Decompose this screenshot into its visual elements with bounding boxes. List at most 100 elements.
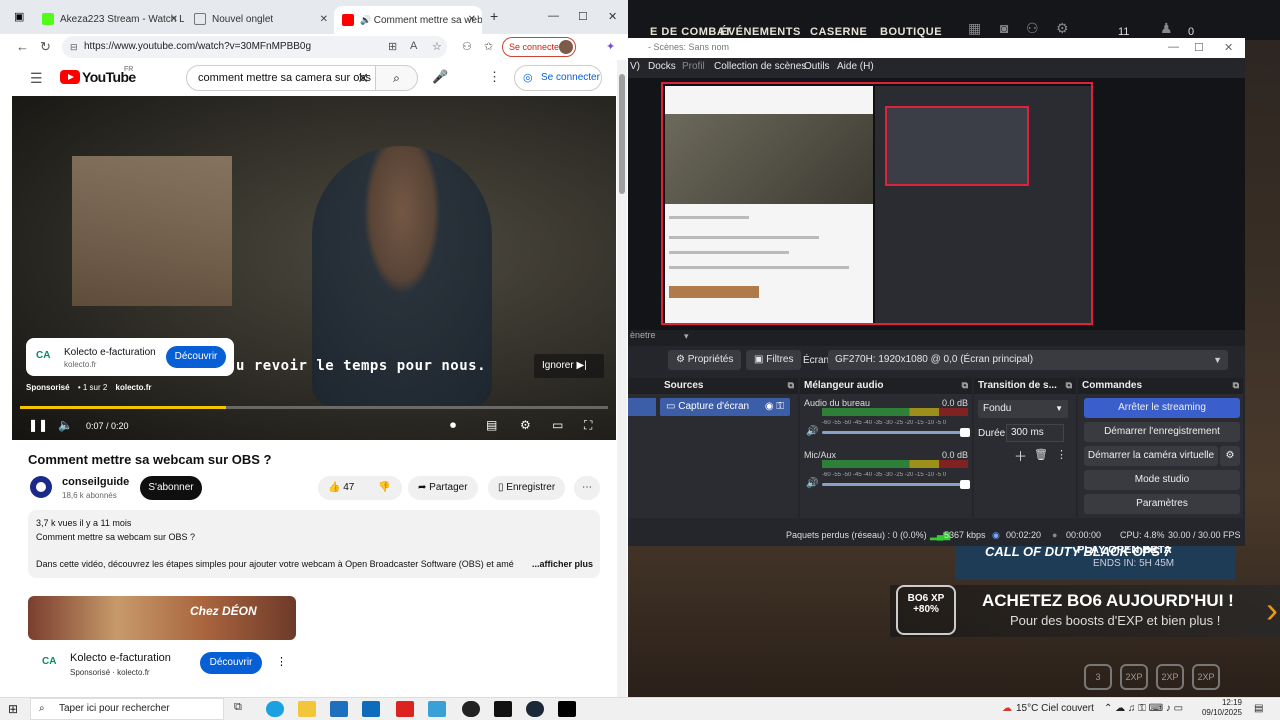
- eye-lock-icon[interactable]: ◉ ⚿: [765, 398, 784, 416]
- obs-menu-docks[interactable]: Docks: [648, 61, 676, 72]
- edge-icon[interactable]: [266, 701, 284, 717]
- video-player[interactable]: CA Kolecto e-facturation kolecto.fr Déco…: [12, 96, 616, 440]
- obs-preview[interactable]: [628, 78, 1245, 330]
- volume-slider[interactable]: [822, 428, 970, 437]
- undock-icon[interactable]: ⧉: [788, 380, 794, 391]
- pause-icon[interactable]: ❚❚: [28, 418, 48, 432]
- close-icon[interactable]: ✕: [170, 6, 178, 34]
- skip-ad-button[interactable]: Ignorer ▶|: [534, 354, 604, 378]
- progress-bar[interactable]: [20, 406, 608, 409]
- tab-stream[interactable]: Akeza223 Stream - Watch Live ✕: [34, 6, 184, 34]
- file-explorer-icon[interactable]: [298, 701, 316, 717]
- close-icon[interactable]: ✕: [320, 6, 328, 34]
- obs-menu-scene-collection[interactable]: Collection de scènes: [714, 61, 806, 72]
- app-icon[interactable]: ⊞: [388, 40, 397, 53]
- store-icon[interactable]: [330, 701, 348, 717]
- weather-icon[interactable]: ☁: [1002, 703, 1012, 714]
- app-blue-icon[interactable]: [428, 701, 446, 717]
- windows-start-icon[interactable]: ⊞: [8, 702, 18, 716]
- fullscreen-icon[interactable]: ⛶: [584, 418, 592, 433]
- autoplay-toggle[interactable]: ⏺: [450, 418, 456, 433]
- party-icon[interactable]: ♟: [1160, 20, 1173, 37]
- clock[interactable]: 12:19 09/10/2025: [1198, 698, 1242, 718]
- game-menu-shop[interactable]: BOUTIQUE: [880, 26, 942, 38]
- weather-text[interactable]: 15°C Ciel couvert: [1016, 703, 1094, 714]
- settings-button[interactable]: Paramètres: [1084, 494, 1240, 514]
- slider-handle[interactable]: [960, 428, 970, 437]
- tray-icons[interactable]: ⌃ ☁ ♫ ⚿ ⌨ ♪ ▭: [1104, 703, 1183, 714]
- profile-button[interactable]: Se connecter: [502, 37, 576, 57]
- kebab-menu-icon[interactable]: ⋮: [488, 69, 501, 85]
- collections-icon[interactable]: ✩: [484, 40, 493, 53]
- outlook-icon[interactable]: [362, 701, 380, 717]
- channel-avatar[interactable]: [30, 476, 52, 498]
- add-icon[interactable]: ＋: [1014, 446, 1027, 465]
- obs-icon[interactable]: [462, 701, 480, 717]
- like-icon[interactable]: 👍: [328, 482, 343, 493]
- game-menu-events[interactable]: ÉVÉNEMENTS: [720, 26, 801, 38]
- channel-name[interactable]: conseilguide: [62, 476, 129, 488]
- dislike-icon[interactable]: 👎: [378, 476, 390, 500]
- notification-icon[interactable]: ▤: [1254, 703, 1263, 714]
- page-scrollbar[interactable]: [617, 60, 627, 697]
- ad-discover-button[interactable]: Découvrir: [166, 346, 226, 368]
- minimize-icon[interactable]: —: [548, 10, 559, 22]
- favorite-icon[interactable]: ☆: [432, 40, 442, 53]
- source-item[interactable]: ▭ Capture d'écran ◉ ⚿: [660, 398, 790, 416]
- speaker-icon[interactable]: 🔊: [806, 426, 818, 437]
- save-button[interactable]: ▯ Enregistrer: [488, 476, 566, 500]
- more-actions-button[interactable]: ⋯: [574, 476, 600, 500]
- share-button[interactable]: ➦ Partager: [408, 476, 478, 500]
- camera-icon[interactable]: ◙: [1000, 20, 1008, 36]
- obs-menu-view[interactable]: V): [630, 61, 640, 72]
- subscribe-button[interactable]: S'abonner: [140, 476, 202, 500]
- properties-button[interactable]: ⚙ Propriétés: [668, 350, 742, 370]
- transition-select[interactable]: Fondu ▼: [978, 400, 1068, 418]
- studio-mode-button[interactable]: Mode studio: [1084, 470, 1240, 490]
- ad-discover-button[interactable]: Découvrir: [200, 652, 262, 674]
- subtitles-icon[interactable]: ▤: [486, 418, 497, 432]
- maximize-icon[interactable]: ☐: [578, 10, 588, 23]
- obs-menu-tools[interactable]: Outils: [804, 61, 830, 72]
- scrollbar-thumb[interactable]: [619, 74, 625, 194]
- chevron-right-icon[interactable]: ›: [1266, 589, 1278, 631]
- kebab-menu-icon[interactable]: ⋮: [276, 655, 287, 668]
- speaker-icon[interactable]: 🔊: [806, 478, 818, 489]
- undock-icon[interactable]: ⧉: [1233, 380, 1239, 391]
- close-icon[interactable]: ✕: [608, 10, 617, 23]
- microphone-icon[interactable]: 🎤: [432, 69, 448, 85]
- screen-select[interactable]: GF270H: 1920x1080 @ 0,0 (Écran principal…: [828, 350, 1228, 370]
- obs-menu-help[interactable]: Aide (H): [837, 61, 874, 72]
- duration-input[interactable]: 300 ms: [1006, 424, 1064, 442]
- refresh-icon[interactable]: ↻: [40, 39, 51, 55]
- steam-icon[interactable]: [526, 701, 544, 717]
- minimize-icon[interactable]: —: [1168, 41, 1179, 53]
- game-menu-barracks[interactable]: CASERNE: [810, 26, 867, 38]
- maximize-icon[interactable]: ☐: [1194, 41, 1204, 54]
- tab-actions-icon[interactable]: ▣: [14, 10, 24, 23]
- clear-icon[interactable]: ✕: [357, 66, 369, 90]
- app-red-icon[interactable]: [396, 701, 414, 717]
- search-button[interactable]: ⌕: [376, 65, 418, 91]
- extensions-icon[interactable]: ⚇: [462, 40, 472, 53]
- ad-info-domain[interactable]: kolecto.fr: [116, 383, 152, 392]
- kebab-menu-icon[interactable]: ⋮: [1056, 448, 1067, 461]
- taskbar-search[interactable]: ⌕ Taper ici pour rechercher: [30, 698, 224, 720]
- description-box[interactable]: 3,7 k vues il y a 11 mois Comment mettre…: [28, 510, 600, 578]
- filters-button[interactable]: ▣ Filtres: [746, 350, 802, 370]
- tab-new[interactable]: Nouvel onglet ✕: [186, 6, 334, 34]
- menu-icon[interactable]: ☰: [30, 70, 43, 87]
- gear-icon[interactable]: ⚙: [1056, 20, 1069, 37]
- call-of-duty-icon[interactable]: [558, 701, 576, 717]
- grid-icon[interactable]: ▦: [968, 20, 981, 37]
- tab-youtube[interactable]: 🔊 Comment mettre sa web ✕: [334, 6, 482, 34]
- scene-item-selected[interactable]: [628, 398, 656, 416]
- task-view-icon[interactable]: ⧉: [234, 701, 252, 717]
- volume-icon[interactable]: 🔈: [58, 418, 73, 432]
- read-aloud-icon[interactable]: A: [410, 40, 417, 52]
- search-input[interactable]: comment mettre sa camera sur obs ✕: [186, 65, 376, 91]
- start-virtual-camera-button[interactable]: Démarrer la caméra virtuelle: [1084, 446, 1218, 466]
- sponsored-card[interactable]: Chez DÉON CA Kolecto e-facturation Spons…: [28, 596, 298, 686]
- copilot-icon[interactable]: ✦: [606, 40, 615, 53]
- obs-menu-profile[interactable]: Profil: [682, 61, 705, 72]
